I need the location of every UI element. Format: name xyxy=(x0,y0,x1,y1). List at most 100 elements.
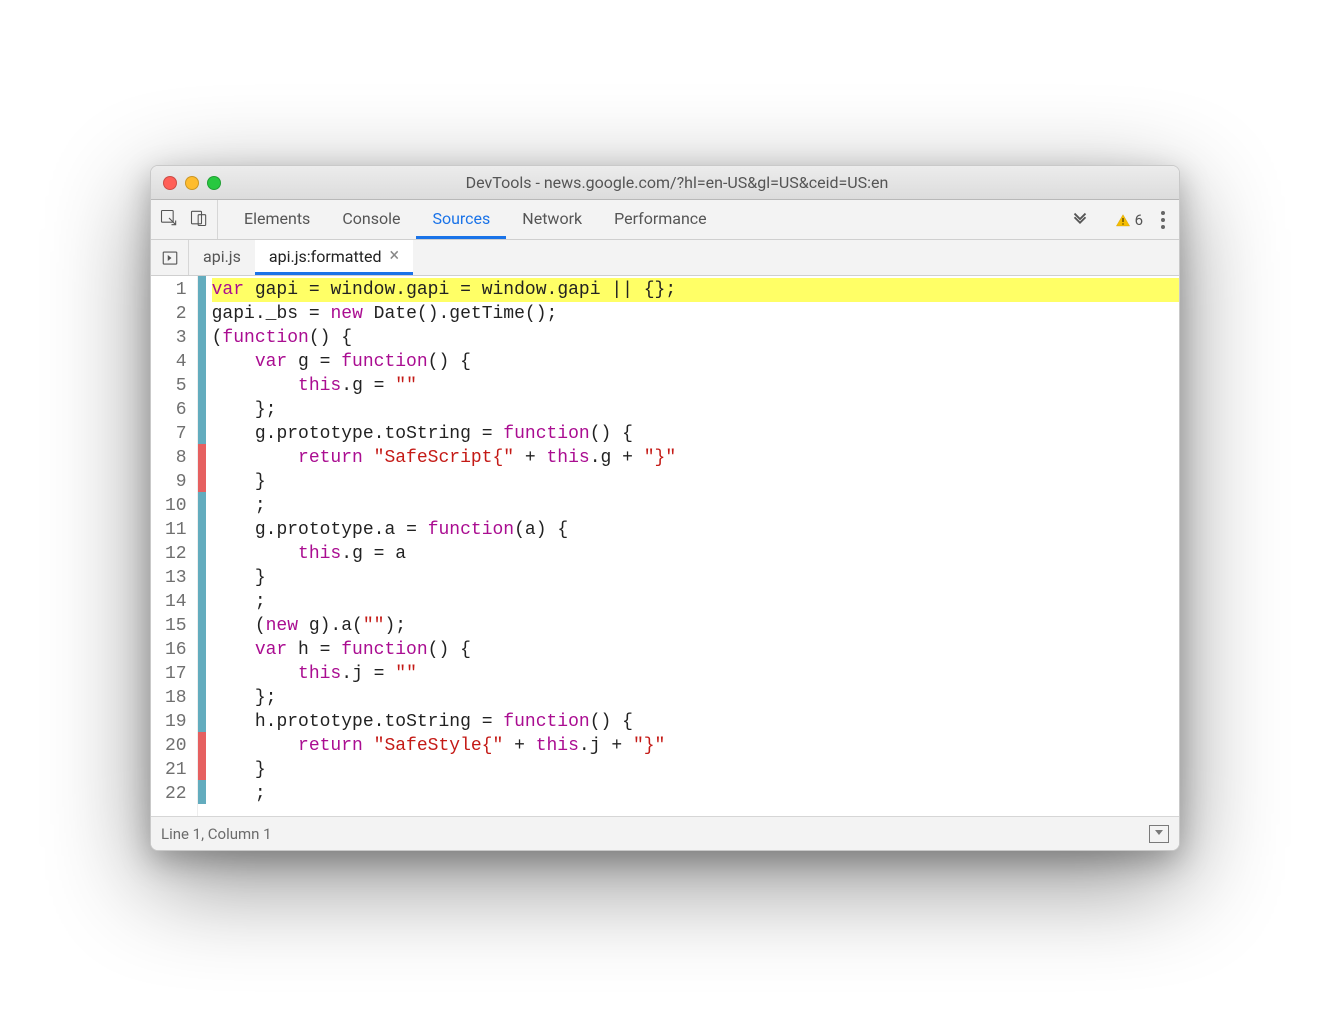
line-number[interactable]: 19 xyxy=(165,710,187,734)
line-number[interactable]: 6 xyxy=(165,398,187,422)
line-number[interactable]: 7 xyxy=(165,422,187,446)
close-traffic-icon[interactable] xyxy=(163,176,177,190)
line-number[interactable]: 22 xyxy=(165,782,187,806)
warnings-badge[interactable]: 6 xyxy=(1115,211,1143,229)
toolbar-right: 6 xyxy=(1101,200,1179,239)
coverage-marker xyxy=(198,708,206,732)
line-number[interactable]: 18 xyxy=(165,686,187,710)
code-line[interactable]: gapi._bs = new Date().getTime(); xyxy=(212,302,1179,326)
main-toolbar: ElementsConsoleSourcesNetworkPerformance… xyxy=(151,200,1179,240)
coverage-marker xyxy=(198,732,206,756)
devtools-window: DevTools - news.google.com/?hl=en-US&gl=… xyxy=(150,165,1180,851)
code-line[interactable]: } xyxy=(212,566,1179,590)
code-line[interactable]: this.g = a xyxy=(212,542,1179,566)
coverage-marker xyxy=(198,636,206,660)
code-line[interactable]: g.prototype.a = function(a) { xyxy=(212,518,1179,542)
line-number[interactable]: 16 xyxy=(165,638,187,662)
code-line[interactable]: ; xyxy=(212,590,1179,614)
file-tab-label: api.js xyxy=(203,247,241,266)
coverage-marker xyxy=(198,276,206,300)
code-editor[interactable]: 12345678910111213141516171819202122 var … xyxy=(151,276,1179,816)
coverage-marker xyxy=(198,348,206,372)
code-line[interactable]: var g = function() { xyxy=(212,350,1179,374)
tab-elements[interactable]: Elements xyxy=(228,200,326,239)
code-line[interactable]: this.j = "" xyxy=(212,662,1179,686)
code-line[interactable]: (function() { xyxy=(212,326,1179,350)
coverage-gutter xyxy=(198,276,206,816)
warnings-count: 6 xyxy=(1135,211,1143,229)
drawer-toggle-icon[interactable] xyxy=(1149,825,1169,843)
line-number[interactable]: 3 xyxy=(165,326,187,350)
coverage-marker xyxy=(198,444,206,468)
zoom-traffic-icon[interactable] xyxy=(207,176,221,190)
file-tabs-row: api.js api.js:formatted × xyxy=(151,240,1179,276)
coverage-marker xyxy=(198,564,206,588)
line-number[interactable]: 21 xyxy=(165,758,187,782)
code-line[interactable]: ; xyxy=(212,494,1179,518)
line-number[interactable]: 12 xyxy=(165,542,187,566)
line-number[interactable]: 1 xyxy=(165,278,187,302)
panel-tabs: ElementsConsoleSourcesNetworkPerformance xyxy=(218,200,1059,239)
code-line[interactable]: } xyxy=(212,470,1179,494)
coverage-marker xyxy=(198,420,206,444)
line-number[interactable]: 2 xyxy=(165,302,187,326)
coverage-marker xyxy=(198,396,206,420)
line-gutter: 12345678910111213141516171819202122 xyxy=(151,276,198,816)
line-number[interactable]: 11 xyxy=(165,518,187,542)
line-number[interactable]: 13 xyxy=(165,566,187,590)
coverage-marker xyxy=(198,468,206,492)
window-title: DevTools - news.google.com/?hl=en-US&gl=… xyxy=(237,173,1117,192)
coverage-marker xyxy=(198,588,206,612)
code-line[interactable]: }; xyxy=(212,398,1179,422)
file-tab[interactable]: api.js:formatted × xyxy=(255,240,413,275)
device-toggle-icon[interactable] xyxy=(189,208,209,232)
tab-console[interactable]: Console xyxy=(326,200,416,239)
code-line[interactable]: } xyxy=(212,758,1179,782)
line-number[interactable]: 9 xyxy=(165,470,187,494)
toolbar-left xyxy=(151,200,218,239)
code-content[interactable]: var gapi = window.gapi = window.gapi || … xyxy=(206,276,1179,816)
coverage-marker xyxy=(198,612,206,636)
line-number[interactable]: 4 xyxy=(165,350,187,374)
status-bar: Line 1, Column 1 xyxy=(151,816,1179,850)
file-tab[interactable]: api.js xyxy=(189,240,255,275)
minimize-traffic-icon[interactable] xyxy=(185,176,199,190)
code-line[interactable]: }; xyxy=(212,686,1179,710)
code-line[interactable]: h.prototype.toString = function() { xyxy=(212,710,1179,734)
code-line[interactable]: ; xyxy=(212,782,1179,806)
window-controls xyxy=(163,176,221,190)
tab-sources[interactable]: Sources xyxy=(416,200,506,239)
code-line[interactable]: this.g = "" xyxy=(212,374,1179,398)
coverage-marker xyxy=(198,684,206,708)
coverage-marker xyxy=(198,756,206,780)
tab-network[interactable]: Network xyxy=(506,200,598,239)
titlebar: DevTools - news.google.com/?hl=en-US&gl=… xyxy=(151,166,1179,200)
code-line[interactable]: (new g).a(""); xyxy=(212,614,1179,638)
file-tab-label: api.js:formatted xyxy=(269,247,382,266)
line-number[interactable]: 8 xyxy=(165,446,187,470)
code-line[interactable]: var h = function() { xyxy=(212,638,1179,662)
line-number[interactable]: 14 xyxy=(165,590,187,614)
line-number[interactable]: 17 xyxy=(165,662,187,686)
code-line[interactable]: return "SafeScript{" + this.g + "}" xyxy=(212,446,1179,470)
line-number[interactable]: 10 xyxy=(165,494,187,518)
line-number[interactable]: 15 xyxy=(165,614,187,638)
file-tabs: api.js api.js:formatted × xyxy=(189,240,413,275)
coverage-marker xyxy=(198,540,206,564)
coverage-marker xyxy=(198,492,206,516)
navigator-toggle-button[interactable] xyxy=(151,240,189,275)
code-line[interactable]: g.prototype.toString = function() { xyxy=(212,422,1179,446)
inspect-icon[interactable] xyxy=(159,208,179,232)
line-number[interactable]: 20 xyxy=(165,734,187,758)
line-number[interactable]: 5 xyxy=(165,374,187,398)
coverage-marker xyxy=(198,516,206,540)
more-tabs-button[interactable] xyxy=(1059,200,1101,239)
code-line[interactable]: return "SafeStyle{" + this.j + "}" xyxy=(212,734,1179,758)
close-icon[interactable]: × xyxy=(389,247,399,265)
coverage-marker xyxy=(198,300,206,324)
tab-performance[interactable]: Performance xyxy=(598,200,723,239)
coverage-marker xyxy=(198,324,206,348)
cursor-position: Line 1, Column 1 xyxy=(161,825,272,843)
code-line[interactable]: var gapi = window.gapi = window.gapi || … xyxy=(212,278,1179,302)
settings-menu-icon[interactable] xyxy=(1161,211,1165,229)
